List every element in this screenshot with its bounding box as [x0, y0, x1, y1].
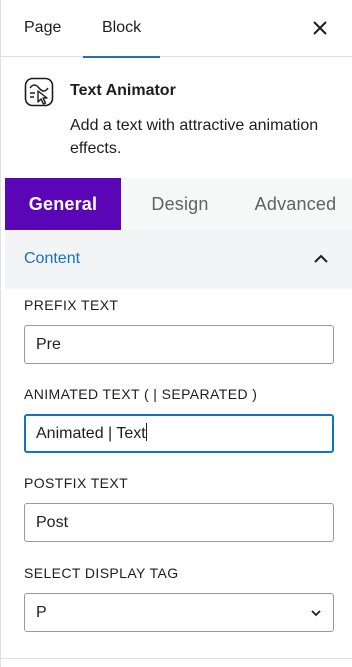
close-button[interactable]: [308, 16, 332, 40]
animated-text-label: ANIMATED TEXT ( | SEPARATED ): [24, 386, 258, 402]
tab-block[interactable]: Block: [82, 0, 161, 58]
postfix-text-value: Post: [36, 514, 69, 531]
tab-design[interactable]: Design: [121, 178, 239, 230]
content-section-toggle[interactable]: Content: [5, 230, 352, 289]
tab-advanced[interactable]: Advanced: [239, 178, 352, 230]
chevron-up-icon: [314, 254, 328, 263]
display-tag-value: P: [36, 604, 47, 621]
prefix-text-value: Pre: [36, 336, 61, 353]
sidebar-tabs: Page Block: [1, 0, 352, 58]
chevron-down-icon: [311, 610, 321, 617]
prefix-text-label: PREFIX TEXT: [24, 297, 119, 313]
block-description: Add a text with attractive animation eff…: [70, 117, 319, 157]
text-caret: [145, 423, 147, 441]
section-title: Content: [24, 250, 81, 267]
postfix-text-label: POSTFIX TEXT: [24, 475, 129, 491]
prefix-text-input[interactable]: Pre: [24, 325, 334, 364]
close-icon: [313, 21, 327, 35]
tab-general[interactable]: General: [5, 178, 121, 230]
inspector-tabs: General Design Advanced: [5, 178, 352, 230]
block-title: Text Animator: [70, 82, 176, 99]
display-tag-select[interactable]: P: [24, 593, 334, 632]
animated-text-input[interactable]: Animated | Text: [24, 414, 334, 453]
block-settings-sidebar: Page Block Text Animator Add a text with…: [0, 0, 352, 667]
block-card: Text Animator Add a text with attractive…: [1, 57, 352, 177]
text-animator-icon: [24, 77, 54, 107]
tab-page[interactable]: Page: [24, 0, 61, 57]
divider: [1, 658, 352, 659]
animated-text-value: Animated | Text: [36, 425, 146, 442]
postfix-text-input[interactable]: Post: [24, 503, 334, 542]
display-tag-label: SELECT DISPLAY TAG: [24, 565, 179, 581]
